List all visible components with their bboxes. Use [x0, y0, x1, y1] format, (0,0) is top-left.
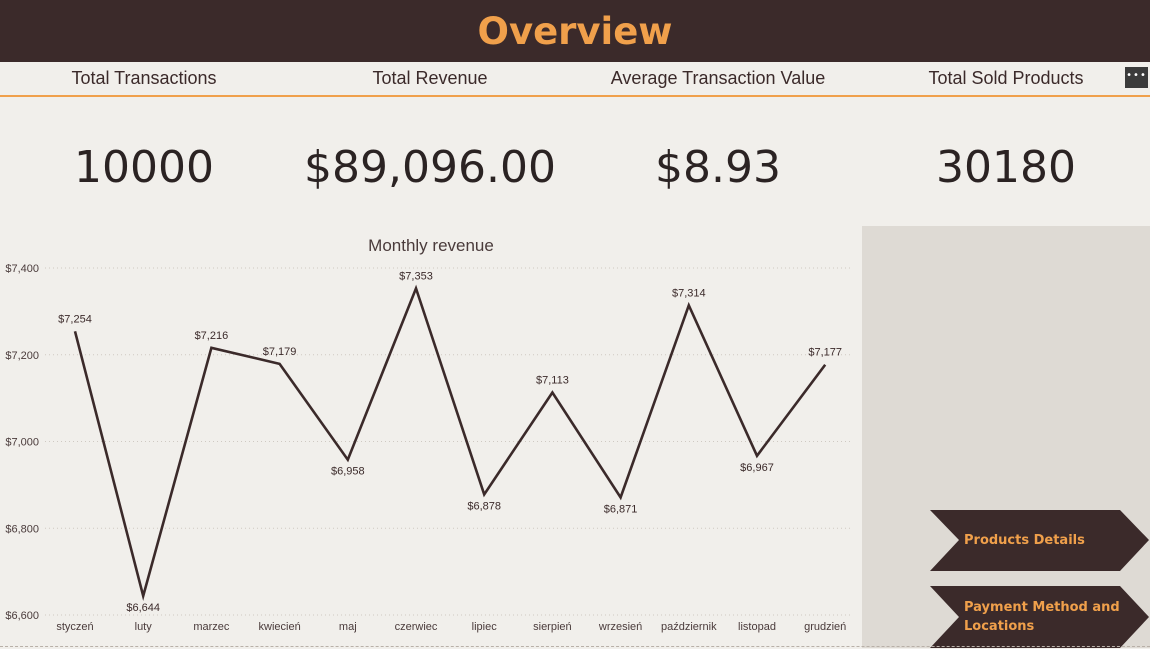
- data-label: $7,177: [808, 347, 842, 359]
- series-line: [73, 284, 827, 601]
- kpi-label-average-transaction-value: Average Transaction Value: [610, 68, 826, 88]
- payment-method-locations-button[interactable]: Payment Method and Locations: [930, 586, 1150, 648]
- data-label: $7,254: [58, 313, 92, 325]
- kpi-label-total-transactions: Total Transactions: [71, 68, 217, 88]
- y-tick-label: $7,400: [5, 263, 39, 275]
- x-tick-label: październik: [661, 621, 717, 633]
- monthly-revenue-chart: Monthly revenue $7,400 $7,200 $7,000 $6,800…: [0, 226, 862, 648]
- x-tick-label: luty: [135, 621, 153, 633]
- x-tick-label: styczeń: [56, 621, 93, 633]
- x-tick-label: sierpień: [533, 621, 572, 633]
- payment-method-label-line1: Payment Method and: [964, 600, 1120, 615]
- data-label: $6,871: [604, 503, 638, 515]
- products-details-label: Products Details: [964, 533, 1085, 548]
- x-tick-label: wrzesień: [598, 621, 642, 633]
- payment-method-label-line2: Locations: [964, 619, 1035, 634]
- y-tick-label: $7,000: [5, 437, 39, 449]
- y-tick-label: $6,600: [5, 610, 39, 622]
- x-tick-label: grudzień: [804, 621, 846, 633]
- page-title: Overview: [477, 10, 673, 53]
- data-label: $6,958: [331, 466, 365, 478]
- kpi-label-row: Total Transactions Total Revenue Average…: [0, 62, 1150, 97]
- data-label: $6,967: [740, 462, 774, 474]
- more-options-button[interactable]: •••: [1125, 67, 1148, 88]
- kpi-value-total-revenue: $89,096.00: [304, 142, 556, 193]
- x-tick-label: lipiec: [472, 621, 498, 633]
- x-tick-label: marzec: [193, 621, 230, 633]
- kpi-value-total-sold-products: 30180: [936, 142, 1076, 193]
- products-details-button[interactable]: Products Details: [930, 510, 1150, 571]
- kpi-label-total-revenue: Total Revenue: [372, 68, 488, 88]
- data-label: $7,113: [536, 374, 569, 386]
- x-tick-label: maj: [339, 621, 357, 633]
- data-label: $7,179: [263, 346, 297, 358]
- kpi-label-total-sold-products: Total Sold Products: [928, 68, 1084, 88]
- y-tick-label: $6,800: [5, 523, 39, 535]
- data-label: $7,216: [195, 330, 229, 342]
- data-label: $6,644: [126, 602, 160, 614]
- ellipsis-icon: •••: [1126, 70, 1147, 81]
- data-label: $7,353: [399, 270, 433, 282]
- kpi-value-average-transaction-value: $8.93: [655, 142, 781, 193]
- data-label: $7,314: [672, 287, 706, 299]
- x-tick-label: kwiecień: [259, 621, 301, 633]
- kpi-value-total-transactions: 10000: [74, 142, 214, 193]
- x-tick-label: listopad: [738, 621, 776, 633]
- x-tick-label: czerwiec: [395, 621, 438, 633]
- navigation-panel: [862, 226, 1150, 648]
- data-label: $6,878: [467, 500, 501, 512]
- chart-canvas: $7,400 $7,200 $7,000 $6,800 $6,600 styczeń lut…: [5, 263, 850, 633]
- y-tick-label: $7,200: [5, 350, 39, 362]
- payment-method-label: Payment Method and Locations: [964, 598, 1120, 636]
